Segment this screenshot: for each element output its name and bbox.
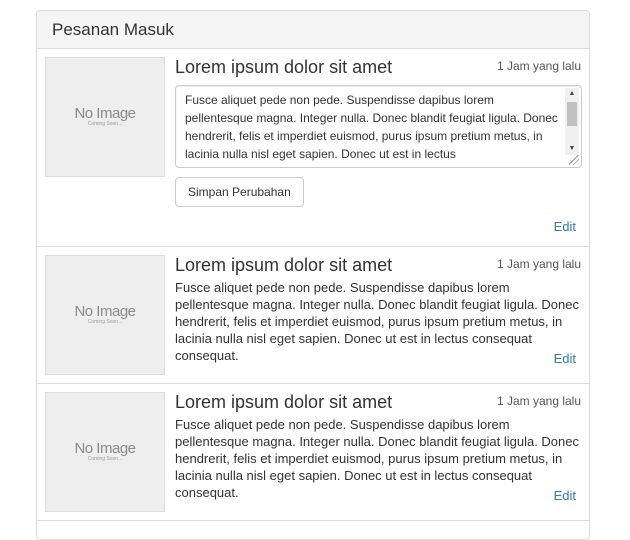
order-item: No Image Coming Soon... Lorem ipsum dolo…	[37, 384, 589, 521]
textarea-content[interactable]: Fusce aliquet pede non pede. Suspendisse…	[185, 91, 560, 163]
no-image-label: No Image	[74, 440, 136, 457]
scroll-thumb[interactable]	[567, 102, 577, 126]
thumbnail-image: No Image Coming Soon...	[45, 255, 165, 375]
thumbnail-image: No Image Coming Soon...	[45, 57, 165, 177]
incoming-orders-panel: Pesanan Masuk No Image Coming Soon... Lo…	[36, 10, 590, 540]
edit-link[interactable]: Edit	[554, 488, 576, 503]
item-title: Lorem ipsum dolor sit amet	[175, 255, 393, 275]
save-changes-button[interactable]: Simpan Perubahan	[175, 177, 304, 207]
textarea-scrollbar[interactable]: ▲ ▼	[565, 88, 579, 155]
no-image-label: No Image	[74, 105, 136, 122]
item-body: Fusce aliquet pede non pede. Suspendisse…	[175, 417, 579, 500]
item-body: Fusce aliquet pede non pede. Suspendisse…	[175, 280, 579, 363]
item-timestamp: 1 Jam yang lalu	[496, 59, 581, 73]
edit-link[interactable]: Edit	[554, 351, 576, 366]
order-item: No Image Coming Soon... Lorem ipsum dolo…	[37, 49, 589, 247]
item-title: Lorem ipsum dolor sit amet	[175, 392, 393, 412]
order-item: No Image Coming Soon... Lorem ipsum dolo…	[37, 247, 589, 384]
coming-soon-label: Coming Soon...	[87, 319, 123, 325]
item-timestamp: 1 Jam yang lalu	[496, 394, 581, 408]
no-image-label: No Image	[74, 303, 136, 320]
resize-grip-icon[interactable]	[569, 155, 579, 165]
scroll-up-icon[interactable]: ▲	[565, 88, 579, 100]
item-timestamp: 1 Jam yang lalu	[496, 257, 581, 271]
thumbnail-image: No Image Coming Soon...	[45, 392, 165, 512]
coming-soon-label: Coming Soon...	[87, 456, 123, 462]
coming-soon-label: Coming Soon...	[87, 121, 123, 127]
item-title: Lorem ipsum dolor sit amet	[175, 57, 393, 77]
panel-title: Pesanan Masuk	[52, 20, 174, 39]
panel-heading: Pesanan Masuk	[37, 11, 589, 49]
message-textarea[interactable]: Fusce aliquet pede non pede. Suspendisse…	[175, 85, 582, 168]
edit-link[interactable]: Edit	[554, 219, 576, 234]
scroll-down-icon[interactable]: ▼	[565, 143, 579, 155]
